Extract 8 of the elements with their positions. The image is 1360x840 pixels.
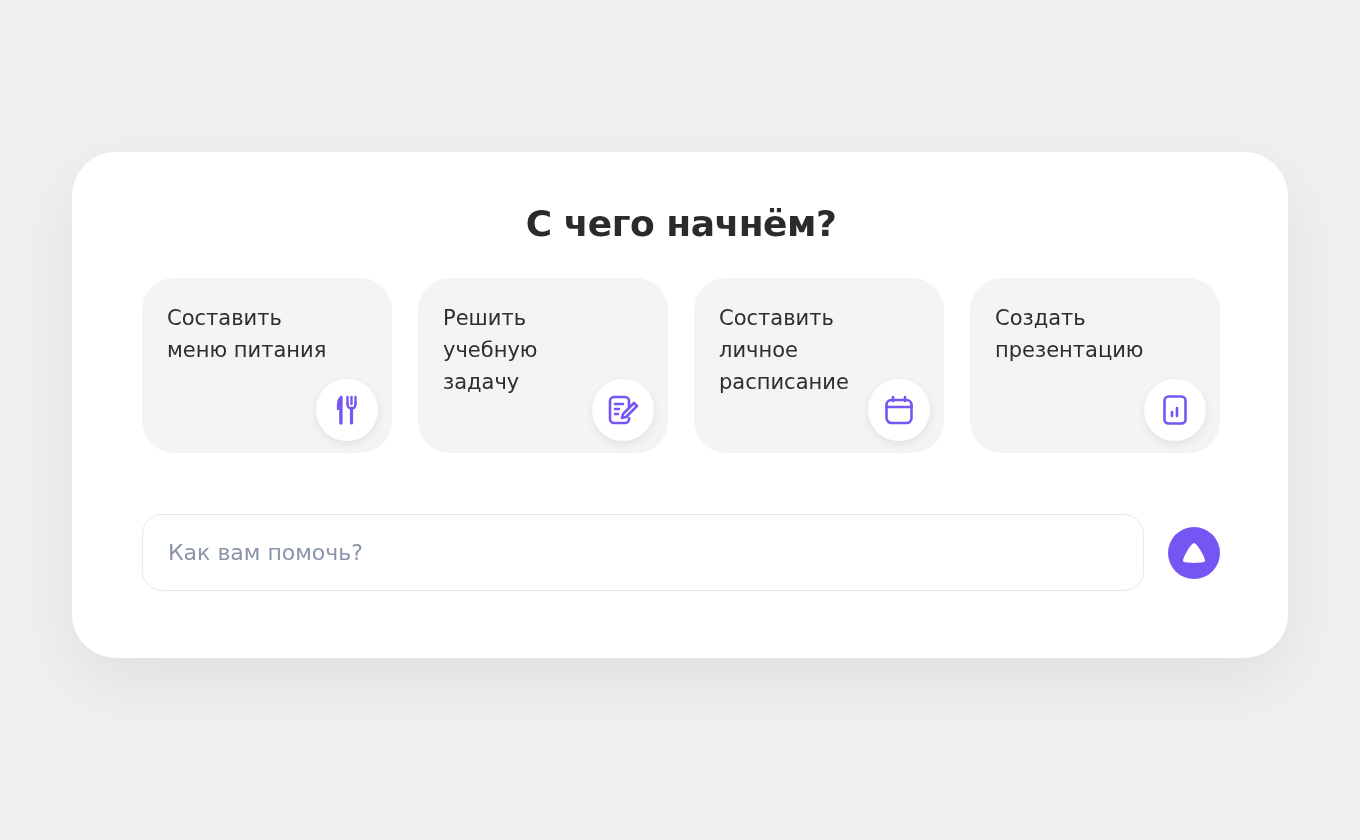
rounded-triangle-icon [1182,541,1206,564]
suggestion-card[interactable]: Составить меню питания [142,278,392,453]
suggestion-card[interactable]: Создать презентацию [970,278,1220,453]
prompt-input-field[interactable]: Как вам помочь? [142,514,1144,591]
assistant-button[interactable] [1168,526,1220,579]
page-title: С чего начнём? [524,202,838,246]
suggestion-card[interactable]: Решить учебную задачу [418,278,668,453]
suggestion-card[interactable]: Составить личное расписание [694,278,944,453]
